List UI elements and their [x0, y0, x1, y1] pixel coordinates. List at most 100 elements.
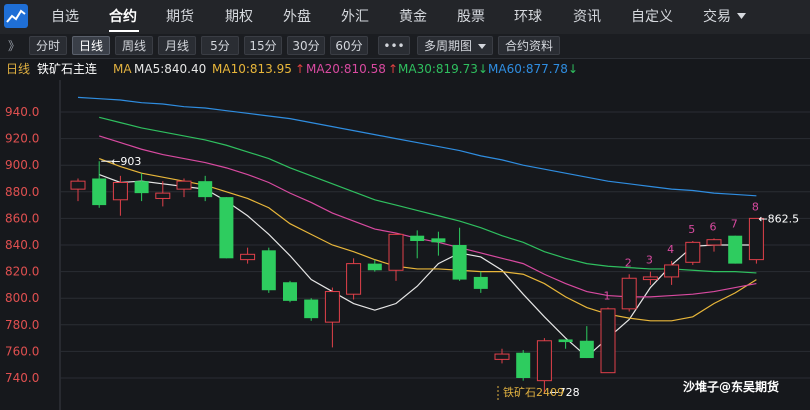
y-tick-label: 840.0	[5, 238, 39, 252]
candle-body[interactable]	[176, 180, 192, 190]
candle-body[interactable]	[516, 352, 531, 378]
candle-body[interactable]	[155, 192, 171, 199]
y-tick-label: 760.0	[5, 344, 39, 358]
candle-body[interactable]	[706, 239, 722, 246]
count-label: 6	[710, 220, 717, 233]
y-tick-label: 800.0	[5, 291, 39, 305]
nav-item-custom[interactable]: 自定义	[631, 0, 673, 34]
candle-body[interactable]	[219, 197, 234, 259]
period-button-weekly[interactable]: 周线	[115, 36, 153, 55]
top-nav-bar: 自选 合约 期货 期权 外盘 外汇 黄金 股票 环球 资讯 自定义 交易	[0, 0, 810, 35]
candle-body[interactable]	[664, 264, 680, 278]
period-button-60min[interactable]: 60分	[330, 36, 368, 55]
ma-line-ma30	[99, 116, 757, 274]
high-price-label: ←903	[111, 155, 141, 168]
more-periods-button[interactable]: •••	[378, 36, 410, 55]
nav-item-stocks[interactable]: 股票	[457, 0, 485, 34]
nav-item-forex[interactable]: 外汇	[341, 0, 369, 34]
candle-body[interactable]	[240, 253, 256, 261]
candle-body[interactable]	[685, 241, 701, 263]
candle-body[interactable]	[410, 235, 425, 242]
contract-switch-label: 铁矿石2409	[503, 386, 564, 399]
candle-body[interactable]	[346, 263, 362, 295]
period-label: 日线	[6, 62, 31, 76]
period-button-30min[interactable]: 30分	[287, 36, 325, 55]
candle-body[interactable]	[728, 235, 743, 264]
ma30-arrow-down-icon: ↓	[478, 62, 489, 76]
candle-body[interactable]	[304, 299, 319, 319]
ma60-value: MA60:877.78	[488, 62, 568, 76]
y-tick-label: 740.0	[5, 371, 39, 385]
candle-body[interactable]	[134, 181, 149, 194]
candle-body[interactable]	[452, 245, 467, 280]
nav-item-futures[interactable]: 期货	[166, 0, 194, 34]
candle-body[interactable]	[621, 277, 637, 310]
candle-body[interactable]	[388, 233, 404, 271]
candlestick-chart[interactable]: 940.0 920.0 900.0 880.0 860.0 840.0 820.0 800.0…	[0, 80, 810, 410]
candle-body[interactable]	[536, 340, 552, 382]
chart-logo-icon	[6, 9, 26, 23]
count-label: 7	[731, 218, 738, 231]
count-label: 1	[604, 290, 611, 303]
expand-panel-icon[interactable]: 》	[8, 37, 20, 54]
period-button-daily[interactable]: 日线	[72, 36, 110, 55]
ma10-value: MA10:813.95	[212, 62, 292, 76]
nav-item-contract[interactable]: 合约	[109, 0, 137, 34]
candle-body[interactable]	[112, 181, 128, 201]
period-button-intraday[interactable]: 分时	[29, 36, 67, 55]
nav-item-gold[interactable]: 黄金	[399, 0, 427, 34]
candle-body[interactable]	[283, 282, 297, 301]
ma60-arrow-down-icon: ↓	[568, 62, 579, 76]
contract-name[interactable]: 铁矿石主连	[37, 58, 97, 80]
nav-item-global[interactable]: 环球	[514, 0, 542, 34]
candle-body[interactable]	[600, 308, 616, 374]
candle-body[interactable]	[367, 263, 382, 271]
nav-item-watchlist[interactable]: 自选	[51, 0, 79, 34]
ma-line-ma20	[99, 135, 757, 298]
contract-info-button[interactable]: 合约资料	[498, 36, 560, 55]
ma-line-ma5	[98, 173, 757, 358]
y-tick-label: 860.0	[5, 211, 39, 225]
watermark-label: 沙堆子@东吴期货	[683, 380, 780, 394]
candle-body[interactable]	[92, 178, 107, 206]
count-label: 3	[646, 254, 653, 267]
ma20-value: MA20:810.58	[306, 62, 386, 76]
period-toolbar: 》 分时 日线 周线 月线 5分 15分 30分 60分 ••• 多周期图 合约…	[0, 34, 810, 59]
trade-dropdown-icon[interactable]	[737, 13, 746, 20]
candle-body[interactable]	[431, 238, 446, 243]
nav-item-trade[interactable]: 交易	[703, 0, 731, 34]
count-label: 2	[625, 256, 632, 269]
last-price-label: ←862.5	[758, 212, 799, 225]
candle-body[interactable]	[324, 291, 340, 323]
period-button-monthly[interactable]: 月线	[158, 36, 196, 55]
ma30-value: MA30:819.73	[398, 62, 478, 76]
chevron-down-icon	[478, 44, 486, 49]
nav-item-news[interactable]: 资讯	[573, 0, 601, 34]
y-tick-label: 900.0	[5, 158, 39, 172]
y-tick-label: 940.0	[5, 105, 39, 119]
y-tick-label: 920.0	[5, 132, 39, 146]
multi-period-label: 多周期图	[424, 39, 473, 53]
y-tick-label: 780.0	[5, 318, 39, 332]
nav-active-underline	[109, 30, 139, 32]
candle-body[interactable]	[261, 250, 276, 291]
nav-item-foreign-market[interactable]: 外盘	[283, 0, 311, 34]
multi-period-dropdown[interactable]: 多周期图	[417, 36, 493, 55]
candle-body[interactable]	[70, 180, 86, 190]
ma5-value: MA5:840.40	[134, 62, 207, 76]
y-tick-label: 880.0	[5, 185, 39, 199]
app-logo[interactable]	[4, 4, 28, 28]
candle-body[interactable]	[494, 353, 510, 360]
indicator-info-bar: 日线 铁矿石主连 MA MA5:840.40 MA10:813.95 ↑ MA2…	[0, 58, 810, 80]
candle-body[interactable]	[579, 340, 594, 359]
candle-body[interactable]	[473, 276, 488, 289]
period-button-5min[interactable]: 5分	[201, 36, 239, 55]
ma10-arrow-up-icon: ↑	[295, 62, 306, 76]
nav-item-options[interactable]: 期权	[225, 0, 253, 34]
period-button-15min[interactable]: 15分	[244, 36, 282, 55]
count-label: 8	[752, 200, 759, 213]
y-tick-label: 820.0	[5, 265, 39, 279]
candle-body[interactable]	[642, 276, 658, 281]
candle-body[interactable]	[558, 339, 573, 343]
candle-body[interactable]	[198, 181, 213, 198]
